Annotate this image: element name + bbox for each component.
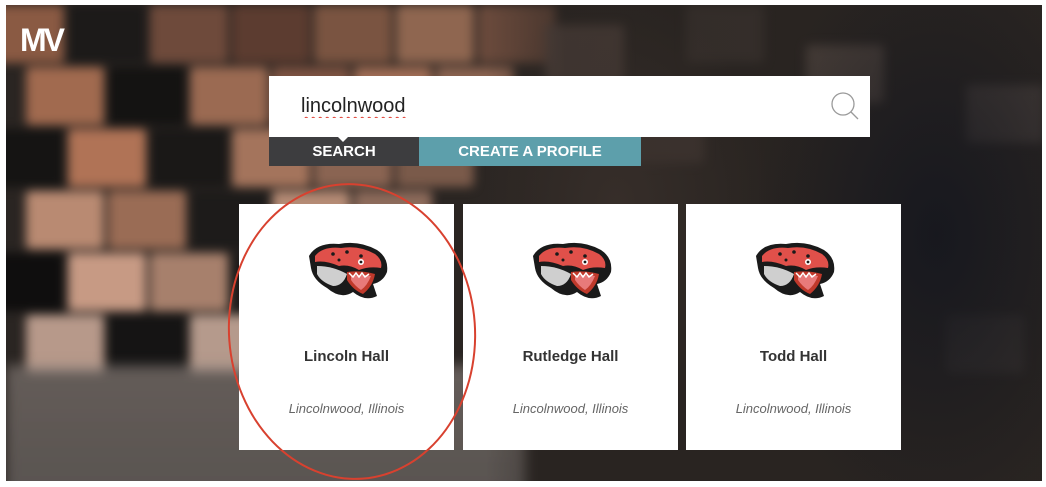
site-logo[interactable]: MV [20, 22, 65, 59]
result-card[interactable]: Lincoln Hall Lincolnwood, Illinois [239, 204, 454, 450]
result-card[interactable]: Todd Hall Lincolnwood, Illinois [686, 204, 901, 450]
result-name: Rutledge Hall [522, 348, 619, 365]
result-location: Lincolnwood, Illinois [288, 401, 405, 416]
result-name: Lincoln Hall [303, 348, 389, 365]
search-icon[interactable] [828, 90, 860, 122]
result-location: Lincolnwood, Illinois [512, 401, 629, 416]
result-location: Lincolnwood, Illinois [735, 401, 852, 416]
jaguar-mascot-icon [533, 242, 612, 299]
jaguar-mascot-icon [756, 242, 835, 299]
tab-search[interactable]: SEARCH [269, 136, 419, 166]
search-bar [269, 76, 870, 137]
result-name: Todd Hall [759, 348, 828, 365]
result-card[interactable]: Rutledge Hall Lincolnwood, Illinois [463, 204, 678, 450]
jaguar-mascot-icon [309, 242, 388, 299]
create-profile-button[interactable]: CREATE A PROFILE [419, 137, 641, 166]
search-input[interactable] [301, 95, 801, 118]
